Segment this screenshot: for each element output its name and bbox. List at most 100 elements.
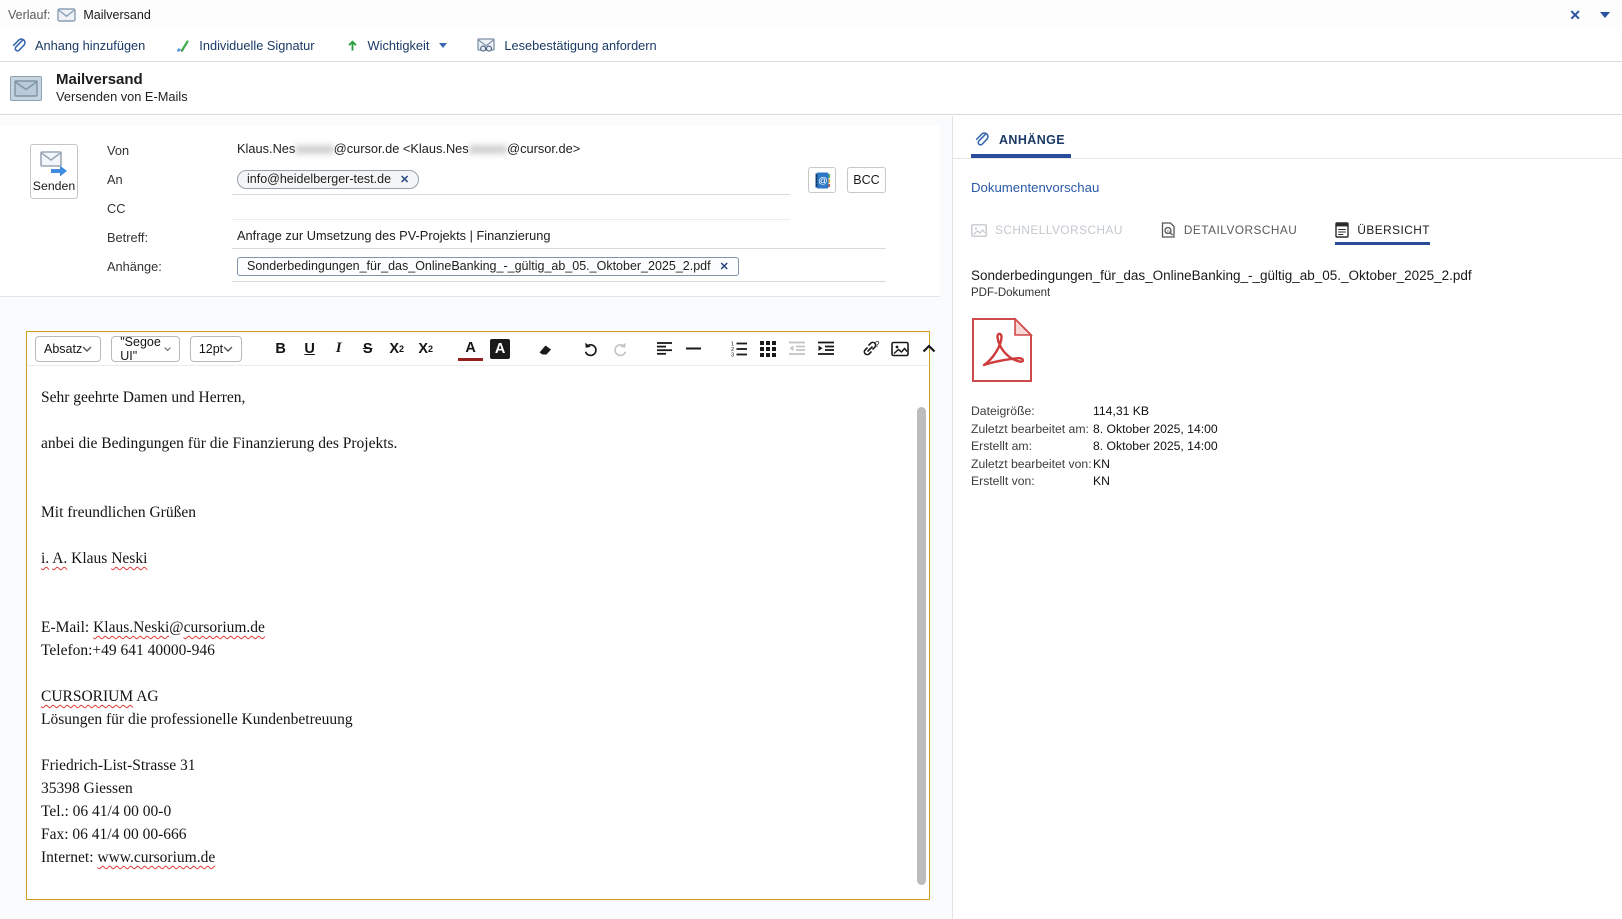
font-family-value: "Segoe UI" [120, 335, 163, 363]
editor-line: Mit freundlichen Grüßen [41, 501, 889, 524]
editor-line [41, 409, 889, 432]
image-preview-icon [971, 224, 987, 237]
read-receipt-label: Lesebestätigung anfordern [504, 38, 656, 53]
add-attachment-button[interactable]: Anhang hinzufügen [10, 37, 145, 54]
strikethrough-button[interactable]: S [355, 336, 380, 362]
file-meta-value: 8. Oktober 2025, 14:00 [1093, 438, 1218, 456]
mail-compose-window: Verlauf: Mailversand ✕ Anhang hinzufügen… [0, 0, 1622, 919]
file-meta-label: Zuletzt bearbeitet von: [971, 456, 1093, 474]
recipient-chip-label: info@heidelberger-test.de [247, 172, 391, 186]
file-meta-row: Zuletzt bearbeitet am:8. Oktober 2025, 1… [971, 421, 1622, 439]
superscript-number: 2 [428, 344, 433, 354]
link-button[interactable]: ? [858, 336, 883, 362]
chevron-down-icon[interactable] [439, 43, 447, 48]
table-grid-button[interactable] [755, 336, 780, 362]
email-body-editor: Absatz "Segoe UI" 12pt B U I S X2 X2 [26, 331, 930, 900]
individual-signature-button[interactable]: Individuelle Signatur [175, 38, 314, 54]
subscript-glyph: X [389, 341, 399, 357]
outdent-button[interactable] [784, 336, 809, 362]
from-row: Von Klaus.Nesxxxxxx@cursor.de <Klaus.Nes… [107, 139, 927, 168]
background-color-button[interactable]: A [490, 339, 510, 359]
to-field[interactable]: info@heidelberger-test.de ✕ [232, 168, 790, 195]
align-left-button[interactable] [652, 336, 677, 362]
italic-button[interactable]: I [326, 336, 351, 362]
subscript-button[interactable]: X2 [384, 336, 409, 362]
signature-icon [175, 38, 191, 54]
editor-line: 35398 Giessen [41, 777, 889, 800]
cc-label: CC [107, 197, 232, 216]
titlebar: Verlauf: Mailversand ✕ [0, 0, 1622, 30]
subject-row: Betreff: Anfrage zur Umsetzung des PV-Pr… [107, 226, 927, 255]
magnifier-document-icon: A [1161, 222, 1176, 238]
insert-image-button[interactable] [887, 336, 912, 362]
from-value: Klaus.Nesxxxxxx@cursor.de <Klaus.Nesxxxx… [232, 139, 886, 161]
font-size-value: 12pt [199, 342, 223, 356]
main-area: Senden Von Klaus.Nesxxxxxx@cursor.de <Kl… [0, 116, 1622, 919]
history-item-mailversand[interactable]: Mailversand [83, 8, 150, 22]
page-title: Mailversand [56, 71, 188, 89]
paragraph-format-select[interactable]: Absatz [35, 336, 101, 362]
editor-line [41, 570, 889, 593]
file-metadata: Dateigröße:114,31 KBZuletzt bearbeitet a… [971, 403, 1622, 491]
svg-text:@: @ [818, 175, 828, 186]
editor-line: Tel.: 06 41/4 00 00-0 [41, 800, 889, 823]
history-label: Verlauf: [8, 8, 50, 22]
editor-line: anbei die Bedingungen für die Finanzieru… [41, 432, 889, 455]
chevron-down-icon[interactable] [1600, 12, 1610, 18]
font-color-button[interactable]: A [458, 339, 483, 361]
email-body-text[interactable]: Sehr geehrte Damen und Herren,anbei die … [27, 366, 929, 900]
page-subtitle: Versenden von E-Mails [56, 89, 188, 105]
document-preview-link[interactable]: Dokumentenvorschau [971, 180, 1622, 195]
attachments-panel: ANHÄNGE Dokumentenvorschau SCHNELLVORSCH… [952, 116, 1622, 919]
paragraph-format-value: Absatz [44, 342, 82, 356]
send-button[interactable]: Senden [30, 144, 78, 199]
from-value-text: @cursor.de> [507, 141, 580, 156]
tab-anhaenge[interactable]: ANHÄNGE [971, 131, 1071, 158]
attachments-tab-bar: ANHÄNGE [953, 116, 1622, 159]
address-book-button[interactable]: @ [808, 167, 836, 193]
read-receipt-button[interactable]: Lesebestätigung anfordern [477, 38, 656, 53]
compose-form: Senden Von Klaus.Nesxxxxxx@cursor.de <Kl… [0, 125, 940, 297]
pdf-file-icon[interactable] [971, 317, 1033, 383]
editor-line: Friedrich-List-Strasse 31 [41, 754, 889, 777]
editor-line [41, 455, 889, 478]
importance-button[interactable]: Wichtigkeit [345, 38, 448, 53]
remove-recipient-icon[interactable]: ✕ [400, 173, 409, 186]
bold-button[interactable]: B [268, 336, 293, 362]
editor-line: Telefon:+49 641 40000-946 [41, 639, 889, 662]
underline-button[interactable]: U [297, 336, 322, 362]
file-meta-label: Erstellt von: [971, 473, 1093, 491]
editor-scrollbar[interactable] [917, 407, 926, 885]
editor-line [41, 478, 889, 501]
ordered-list-button[interactable]: 123 [726, 336, 751, 362]
tab-detailvorschau[interactable]: A DETAILVORSCHAU [1161, 222, 1297, 245]
attachments-field[interactable]: Sonderbedingungen_für_das_OnlineBanking_… [232, 255, 886, 282]
tab-uebersicht[interactable]: ÜBERSICHT [1335, 222, 1430, 245]
close-icon[interactable]: ✕ [1563, 7, 1587, 24]
remove-attachment-icon[interactable]: ✕ [720, 260, 729, 273]
editor-line: Lösungen für die professionelle Kundenbe… [41, 708, 889, 731]
bcc-button[interactable]: BCC [847, 167, 886, 193]
tab-uebersicht-label: ÜBERSICHT [1357, 223, 1430, 237]
editor-line [41, 524, 889, 547]
horizontal-rule-button[interactable] [681, 336, 706, 362]
subject-field[interactable]: Anfrage zur Umsetzung des PV-Projekts | … [232, 226, 886, 249]
action-toolbar: Anhang hinzufügen Individuelle Signatur … [0, 30, 1622, 62]
collapse-toolbar-chevron-icon[interactable] [916, 336, 941, 362]
font-family-select[interactable]: "Segoe UI" [111, 336, 180, 362]
font-size-select[interactable]: 12pt [190, 336, 242, 362]
from-value-text: Klaus.Nes [237, 141, 295, 156]
clear-formatting-button[interactable] [533, 336, 558, 362]
superscript-button[interactable]: X2 [413, 336, 438, 362]
recipient-chip[interactable]: info@heidelberger-test.de ✕ [237, 170, 419, 189]
send-envelope-icon [39, 150, 69, 176]
cc-field[interactable] [232, 197, 790, 220]
undo-button[interactable] [578, 336, 603, 362]
redo-button[interactable] [607, 336, 632, 362]
tab-schnellvorschau[interactable]: SCHNELLVORSCHAU [971, 222, 1123, 245]
svg-text:3: 3 [731, 352, 734, 356]
document-lines-icon [1335, 222, 1349, 238]
attachment-chip[interactable]: Sonderbedingungen_für_das_OnlineBanking_… [237, 257, 739, 276]
indent-button[interactable] [813, 336, 838, 362]
file-meta-row: Erstellt am:8. Oktober 2025, 14:00 [971, 438, 1622, 456]
